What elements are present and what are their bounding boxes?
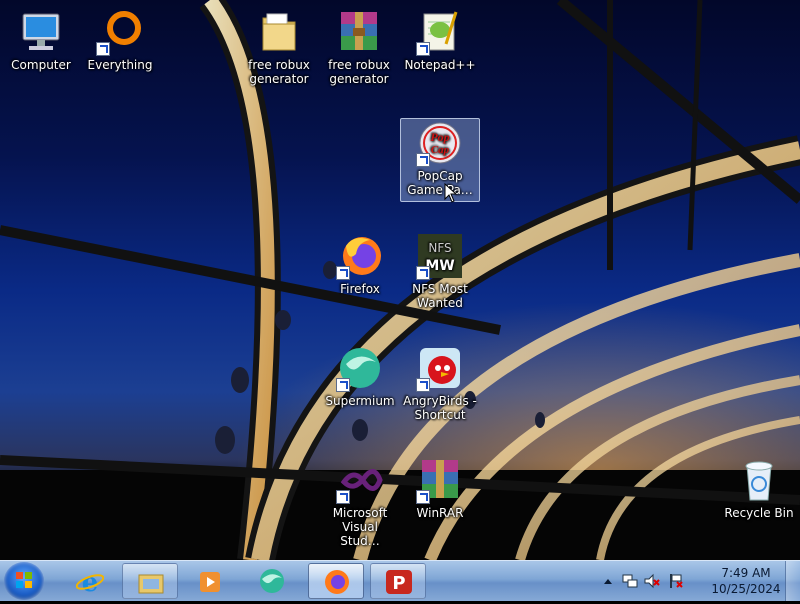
shortcut-arrow-icon [416, 266, 430, 280]
desktop-icon-angry-birds[interactable]: AngryBirds - Shortcut [401, 344, 479, 422]
icon-label: AngryBirds - Shortcut [403, 394, 477, 422]
desktop[interactable]: Computer Everything free robux generator [0, 0, 800, 560]
icon-label: Microsoft Visual Stud… [332, 506, 388, 548]
icon-label: free robux generator [248, 58, 310, 86]
desktop-icon-recycle-bin[interactable]: Recycle Bin [720, 456, 798, 520]
start-button[interactable] [4, 562, 44, 600]
everything-icon [96, 8, 144, 56]
icon-label: PopCap Game Pa… [407, 169, 473, 197]
winrar-icon [416, 456, 464, 504]
firefox-icon [336, 232, 384, 280]
popcap-icon: Pop Cap [416, 119, 464, 167]
desktop-icon-firefox[interactable]: Firefox [321, 232, 399, 296]
icon-label: Supermium [325, 394, 395, 408]
notepad-plus-plus-icon [416, 8, 464, 56]
icon-label: WinRAR [416, 506, 464, 520]
firefox-icon [325, 570, 349, 594]
desktop-icon-visual-studio[interactable]: Microsoft Visual Stud… [321, 456, 399, 548]
icon-label: free robux generator [328, 58, 390, 86]
taskbar-button-internet-explorer[interactable]: e [62, 563, 118, 599]
windows-start-icon [16, 572, 32, 588]
volume-muted-icon[interactable] [644, 573, 660, 589]
taskbar: e P 7:49 AM 10/25/2024 [0, 560, 800, 601]
shortcut-arrow-icon [416, 42, 430, 56]
mouse-cursor-icon [444, 183, 458, 203]
desktop-icon-winrar[interactable]: WinRAR [401, 456, 479, 520]
show-desktop-button[interactable] [785, 561, 800, 601]
desktop-icon-everything[interactable]: Everything [81, 8, 159, 72]
nfs-most-wanted-icon: NFS MW [416, 232, 464, 280]
file-explorer-icon [138, 574, 164, 594]
action-center-flag-icon[interactable] [668, 573, 684, 589]
desktop-icon-computer[interactable]: Computer [2, 8, 80, 72]
icon-label: Computer [11, 58, 71, 72]
svg-text:P: P [392, 573, 405, 594]
taskbar-button-psiphon[interactable]: P [370, 563, 426, 599]
visual-studio-icon [336, 456, 384, 504]
shortcut-arrow-icon [336, 266, 350, 280]
popcap-logo-pop: Pop [430, 130, 449, 144]
computer-icon [17, 8, 65, 56]
internet-explorer-icon: e [76, 568, 104, 594]
angry-birds-icon [416, 344, 464, 392]
clock-date: 10/25/2024 [711, 582, 781, 596]
icon-label: Firefox [340, 282, 380, 296]
taskbar-button-media-player[interactable] [182, 563, 238, 599]
shortcut-arrow-icon [336, 490, 350, 504]
desktop-icon-free-robux-archive[interactable]: free robux generator [320, 8, 398, 86]
desktop-icon-nfs-most-wanted[interactable]: NFS MW NFS Most Wanted [401, 232, 479, 310]
shortcut-arrow-icon [416, 490, 430, 504]
icon-label: Everything [87, 58, 153, 72]
clock[interactable]: 7:49 AM 10/25/2024 [710, 565, 782, 597]
clock-time: 7:49 AM [721, 566, 771, 580]
taskbar-button-firefox[interactable] [308, 563, 364, 599]
folder-icon [255, 8, 303, 56]
network-icon[interactable] [622, 573, 638, 589]
desktop-icon-supermium[interactable]: Supermium [321, 344, 399, 408]
psiphon-icon: P [386, 570, 412, 594]
shortcut-arrow-icon [416, 153, 430, 167]
shortcut-arrow-icon [416, 378, 430, 392]
shortcut-arrow-icon [96, 42, 110, 56]
wallpaper-bridge [0, 0, 800, 560]
taskbar-button-file-explorer[interactable] [122, 563, 178, 599]
desktop-icon-notepad-plus-plus[interactable]: Notepad++ [401, 8, 479, 72]
media-player-icon [200, 572, 220, 592]
desktop-icon-popcap[interactable]: Pop Cap PopCap Game Pa… [400, 118, 480, 202]
supermium-icon [336, 344, 384, 392]
show-hidden-icons-chevron[interactable] [600, 573, 616, 589]
desktop-icon-free-robux-folder[interactable]: free robux generator [240, 8, 318, 86]
supermium-icon [260, 569, 284, 593]
taskbar-button-supermium[interactable] [244, 563, 300, 599]
popcap-logo-cap: Cap [431, 144, 450, 156]
nfs-logo-text: NFS [428, 241, 451, 255]
svg-text:e: e [82, 568, 99, 594]
icon-label: Notepad++ [404, 58, 476, 72]
icon-label: Recycle Bin [724, 506, 794, 520]
shortcut-arrow-icon [336, 378, 350, 392]
winrar-archive-icon [335, 8, 383, 56]
recycle-bin-icon [735, 456, 783, 504]
icon-label: NFS Most Wanted [412, 282, 468, 310]
